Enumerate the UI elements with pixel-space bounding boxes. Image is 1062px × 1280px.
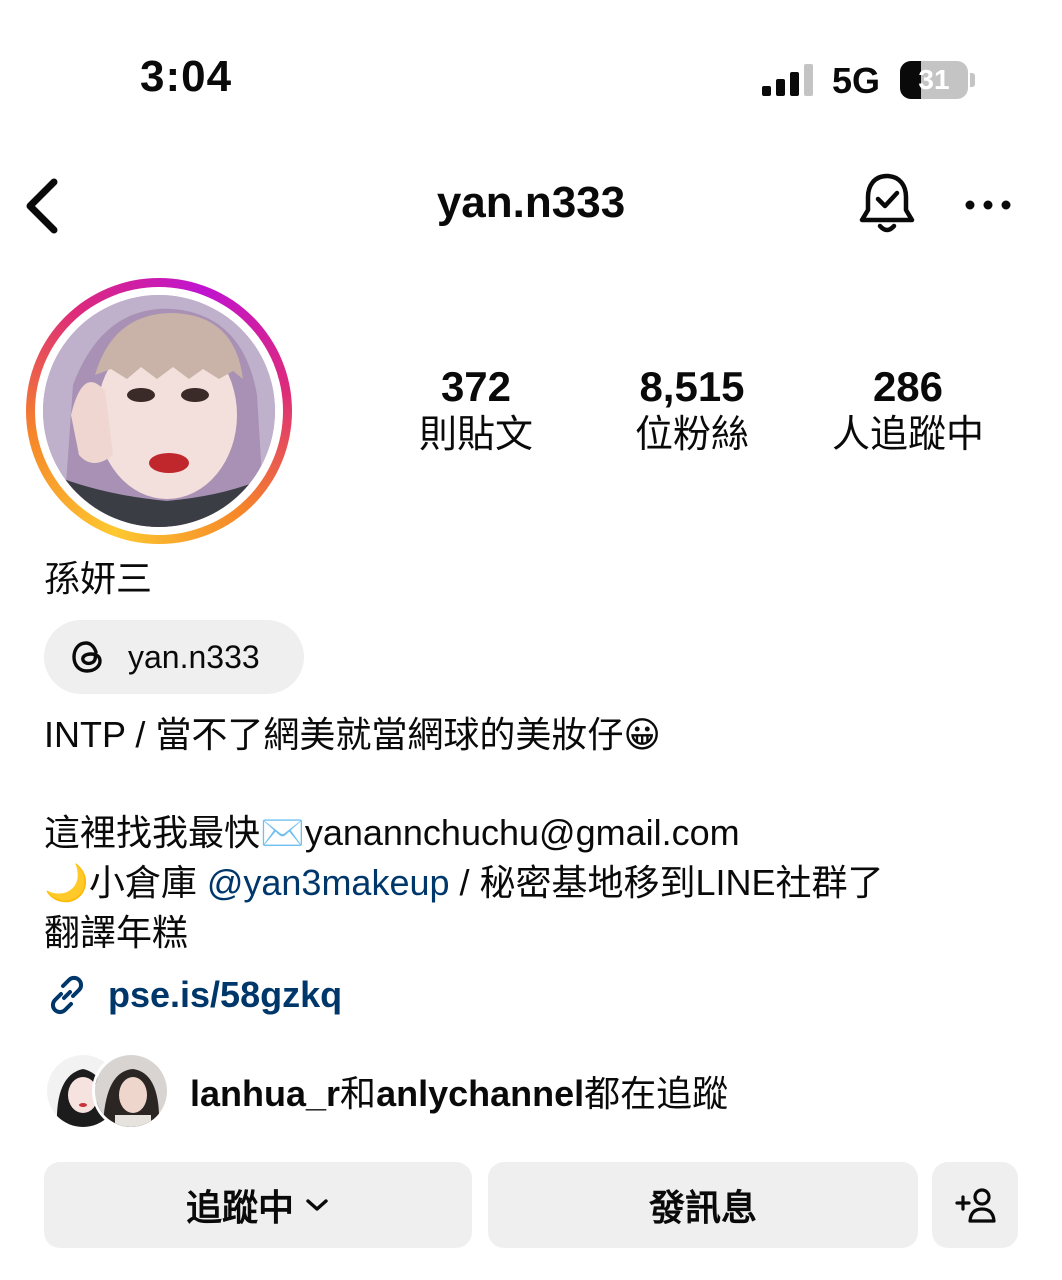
add-person-icon xyxy=(955,1188,996,1223)
signal-strength-icon xyxy=(762,64,813,96)
status-time: 3:04 xyxy=(140,52,233,101)
chevron-down-icon xyxy=(306,1199,328,1211)
following-count-label: 人追蹤中 xyxy=(831,414,984,456)
more-options-button[interactable] xyxy=(960,190,1016,220)
following-count[interactable]: 286 人追蹤中 xyxy=(798,364,1018,460)
message-button-label: 發訊息 xyxy=(648,1187,757,1228)
mutual-joiner: 和 xyxy=(340,1073,377,1114)
avatar-photo xyxy=(43,295,275,527)
mention-link[interactable]: @yan3makeup xyxy=(207,862,450,903)
bio-line-1: INTP / 當不了網美就當網球的美妝仔😀 xyxy=(44,714,661,755)
threads-icon xyxy=(72,641,102,673)
more-horizontal-icon xyxy=(965,200,1011,210)
threads-handle: yan.n333 xyxy=(128,638,260,675)
posts-count-value: 372 xyxy=(440,363,512,410)
mutual-suffix: 都在追蹤 xyxy=(584,1073,729,1114)
external-link-text[interactable]: pse.is/58gzkq xyxy=(108,974,342,1016)
bio-line-2: 這裡找我最快✉️yanannchuchu@gmail.com xyxy=(44,812,740,853)
suggested-users-button[interactable] xyxy=(932,1162,1018,1248)
posts-count[interactable]: 372 則貼文 xyxy=(366,364,586,460)
message-button[interactable]: 發訊息 xyxy=(488,1162,918,1248)
posts-count-label: 則貼文 xyxy=(418,414,533,456)
link-icon xyxy=(50,975,84,1015)
battery-level: 31 xyxy=(918,64,950,95)
bio-line-3: 🌙小倉庫 @yan3makeup / 秘密基地移到LINE社群了 xyxy=(44,858,884,908)
notifications-button[interactable] xyxy=(856,170,918,240)
bell-check-icon xyxy=(859,173,915,233)
mutual-follower-2[interactable]: anlychannel xyxy=(376,1073,584,1114)
mutual-followers[interactable]: lanhua_r和anlychannel都在追蹤 xyxy=(44,1052,728,1130)
bio-line-3-suffix: / 秘密基地移到LINE社群了 xyxy=(449,862,884,903)
network-type: 5G xyxy=(832,60,881,101)
avatar xyxy=(92,1052,170,1130)
following-button-label: 追蹤中 xyxy=(185,1187,294,1228)
followers-count[interactable]: 8,515 位粉絲 xyxy=(582,364,802,460)
following-button[interactable]: 追蹤中 xyxy=(44,1162,472,1248)
bio-line-3-prefix: 🌙小倉庫 xyxy=(44,862,207,903)
battery-icon: 31 xyxy=(900,61,976,99)
external-link[interactable]: pse.is/58gzkq xyxy=(44,972,342,1018)
following-count-value: 286 xyxy=(872,363,944,410)
followers-count-label: 位粉絲 xyxy=(634,414,749,456)
followers-count-value: 8,515 xyxy=(639,363,745,410)
mutual-followers-text: lanhua_r和anlychannel都在追蹤 xyxy=(190,1065,728,1117)
threads-badge[interactable]: yan.n333 xyxy=(44,620,304,694)
mutual-follower-1[interactable]: lanhua_r xyxy=(190,1073,340,1114)
bio-line-4: 翻譯年糕 xyxy=(44,912,189,953)
mutual-follower-avatars xyxy=(44,1052,170,1130)
profile-avatar[interactable] xyxy=(26,278,292,544)
display-name: 孫妍三 xyxy=(44,558,153,599)
